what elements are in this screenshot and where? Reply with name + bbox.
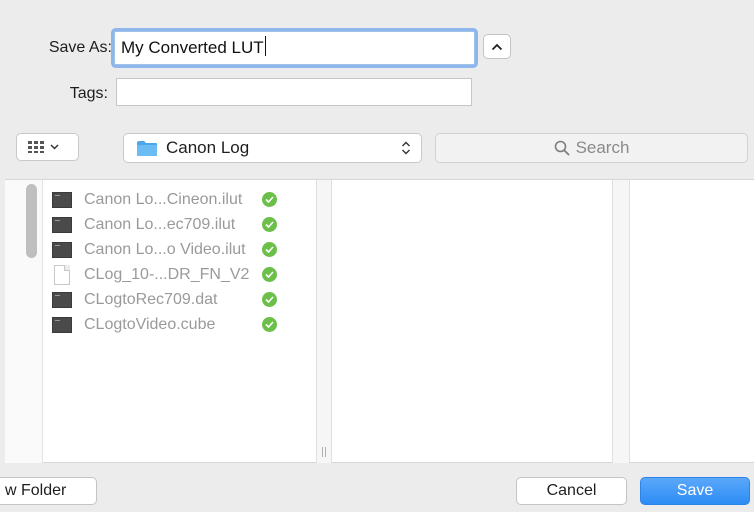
document-icon [52, 316, 72, 333]
text-caret [264, 36, 266, 56]
view-mode-button[interactable] [16, 133, 79, 161]
collapse-dialog-button[interactable] [483, 34, 511, 59]
file-row[interactable]: CLog_10-...DR_FN_V2 [52, 263, 302, 286]
checkmark-icon [262, 292, 277, 307]
chevron-down-icon [50, 144, 59, 150]
checkmark-icon [262, 242, 277, 257]
location-popup[interactable]: Canon Log [123, 133, 422, 163]
file-row[interactable]: CLogtoRec709.dat [52, 288, 302, 311]
filename-input[interactable]: My Converted LUT [114, 31, 475, 65]
file-row[interactable]: Canon Lo...o Video.ilut [52, 238, 302, 261]
file-name: CLog_10-...DR_FN_V2 [84, 265, 250, 283]
document-icon [52, 216, 72, 233]
save-button[interactable]: Save [640, 477, 750, 505]
scrollbar-thumb[interactable] [26, 184, 37, 258]
search-icon [554, 140, 570, 156]
file-row[interactable]: Canon Lo...ec709.ilut [52, 213, 302, 236]
document-icon [52, 191, 72, 208]
tags-input[interactable] [116, 78, 472, 106]
checkmark-icon [262, 267, 277, 282]
blank-file-icon [54, 264, 70, 285]
folder-icon [137, 140, 157, 156]
file-name: CLogtoRec709.dat [84, 290, 218, 308]
file-row[interactable]: CLogtoVideo.cube [52, 313, 302, 336]
location-label: Canon Log [166, 138, 250, 157]
grid-view-icon [28, 141, 44, 153]
file-row[interactable]: Canon Lo...Cineon.ilut [52, 188, 302, 211]
cancel-button[interactable]: Cancel [516, 477, 627, 505]
checkmark-icon [262, 192, 277, 207]
column-divider[interactable] [612, 180, 630, 463]
up-down-chevron-icon [402, 141, 410, 155]
search-placeholder: Search [575, 138, 630, 157]
column-resize-handle[interactable] [316, 180, 332, 463]
save-as-label: Save As: [48, 39, 112, 56]
document-icon [52, 241, 72, 258]
file-name: Canon Lo...o Video.ilut [84, 240, 246, 258]
checkmark-icon [262, 217, 277, 232]
sidebar-scroll-track[interactable] [5, 180, 43, 463]
document-icon [52, 291, 72, 308]
chevron-up-icon [491, 43, 503, 50]
search-field[interactable]: Search [435, 133, 748, 163]
file-name: Canon Lo...ec709.ilut [84, 215, 236, 233]
new-folder-button[interactable]: w Folder [0, 477, 97, 505]
resize-grip-icon [322, 447, 326, 457]
filename-value: My Converted LUT [121, 38, 264, 57]
file-name: CLogtoVideo.cube [84, 315, 216, 333]
tags-label: Tags: [69, 85, 108, 102]
checkmark-icon [262, 317, 277, 332]
file-name: Canon Lo...Cineon.ilut [84, 190, 243, 208]
